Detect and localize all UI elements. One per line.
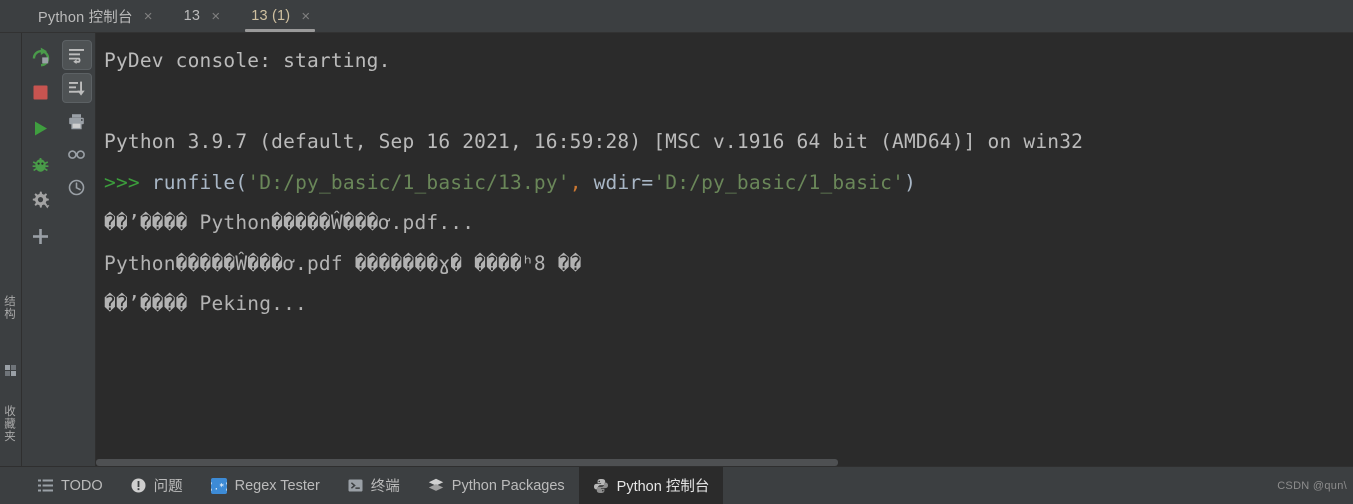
status-item-terminal[interactable]: 终端 bbox=[334, 467, 414, 504]
editor-tab-bar: Python 控制台 × 13 × 13 (1) × bbox=[0, 0, 1353, 33]
tab-13[interactable]: 13 × bbox=[168, 0, 236, 32]
pycharm-window: Python 控制台 × 13 × 13 (1) × 结构 收藏夹 PyDev … bbox=[0, 0, 1353, 504]
todo-list-icon bbox=[38, 478, 53, 493]
tab-label: 13 (1) bbox=[251, 8, 291, 24]
status-item-python-console[interactable]: Python 控制台 bbox=[578, 467, 724, 504]
console-line: Python�����Ŵ���ơ.pdf �������ɣ� ����ʰ8 �� bbox=[104, 251, 582, 275]
soft-wrap-icon[interactable] bbox=[61, 40, 92, 70]
tool-window-structure[interactable]: 结构 bbox=[1, 295, 17, 320]
tab-label: Python 控制台 bbox=[38, 9, 133, 26]
tab-13-1[interactable]: 13 (1) × bbox=[235, 0, 325, 32]
scrollbar-thumb[interactable] bbox=[96, 459, 838, 466]
glasses-icon[interactable] bbox=[62, 139, 92, 169]
run-icon[interactable] bbox=[26, 113, 54, 144]
stop-icon[interactable] bbox=[26, 77, 54, 108]
tool-window-favorites[interactable]: 收藏夹 bbox=[1, 405, 17, 443]
status-item-problems[interactable]: 问题 bbox=[117, 467, 197, 504]
status-item-label: Regex Tester bbox=[234, 477, 320, 494]
status-item-label: Python Packages bbox=[451, 477, 565, 494]
console-line: ��’���� Python�����Ŵ���ơ.pdf... bbox=[104, 211, 475, 234]
status-item-todo[interactable]: TODO bbox=[24, 467, 117, 504]
status-item-label: Python 控制台 bbox=[616, 479, 710, 495]
tab-label: 13 bbox=[183, 8, 201, 24]
rerun-icon[interactable] bbox=[26, 41, 54, 72]
console-line: Python 3.9.7 (default, Sep 16 2021, 16:5… bbox=[104, 130, 1084, 153]
status-bar: TODO 问题 (.*) Regex Tester bbox=[0, 466, 1353, 504]
console-function-name: runfile bbox=[151, 170, 236, 194]
close-icon[interactable]: × bbox=[300, 9, 311, 24]
debug-icon[interactable] bbox=[26, 149, 54, 180]
console-command-line: >>> runfile('D:/py_basic/1_basic/13.py',… bbox=[104, 163, 1353, 204]
close-paren: ) bbox=[904, 170, 917, 194]
problems-warning-icon bbox=[131, 478, 146, 493]
structure-grid-icon bbox=[5, 365, 16, 376]
close-icon[interactable]: × bbox=[210, 9, 221, 24]
svg-text:(.*): (.*) bbox=[211, 482, 227, 492]
regex-tester-icon: (.*) bbox=[210, 477, 227, 494]
scroll-to-end-icon[interactable] bbox=[61, 73, 92, 103]
run-toolbar bbox=[22, 33, 58, 466]
console-prompt: >>> bbox=[104, 170, 140, 194]
status-item-python-packages[interactable]: Python Packages bbox=[414, 467, 579, 504]
add-plus-icon[interactable] bbox=[26, 221, 54, 252]
print-icon[interactable] bbox=[62, 106, 92, 136]
left-tool-strip: 结构 收藏夹 bbox=[0, 33, 22, 482]
console-kwarg-name: wdir= bbox=[581, 170, 654, 194]
python-console-output[interactable]: PyDev console: starting. Python 3.9.7 (d… bbox=[96, 33, 1353, 466]
close-icon[interactable]: × bbox=[143, 9, 154, 24]
console-line: ��’���� Peking... bbox=[104, 292, 307, 315]
csdn-watermark: CSDN @qun\ bbox=[1277, 479, 1347, 492]
status-item-label: 问题 bbox=[153, 479, 183, 495]
console-comma: , bbox=[569, 170, 582, 194]
terminal-icon bbox=[348, 478, 363, 493]
status-item-regex-tester[interactable]: (.*) Regex Tester bbox=[197, 467, 334, 504]
open-paren: ( bbox=[235, 170, 248, 194]
history-clock-icon[interactable] bbox=[62, 172, 92, 202]
tab-python-console[interactable]: Python 控制台 × bbox=[22, 0, 168, 32]
python-logo-icon bbox=[593, 478, 609, 494]
settings-gear-icon[interactable] bbox=[26, 185, 54, 216]
status-item-label: TODO bbox=[61, 477, 103, 494]
console-arg-path: 'D:/py_basic/1_basic/13.py' bbox=[247, 170, 570, 194]
horizontal-scrollbar[interactable] bbox=[96, 458, 1353, 466]
console-arg-wdir: 'D:/py_basic/1_basic' bbox=[653, 170, 905, 194]
main-body: 结构 收藏夹 PyDev console: starting. Python 3… bbox=[0, 33, 1353, 482]
status-item-label: 终端 bbox=[370, 479, 400, 495]
console-line: PyDev console: starting. bbox=[104, 49, 391, 72]
packages-layers-icon bbox=[428, 478, 444, 493]
console-toolbar bbox=[58, 33, 96, 466]
